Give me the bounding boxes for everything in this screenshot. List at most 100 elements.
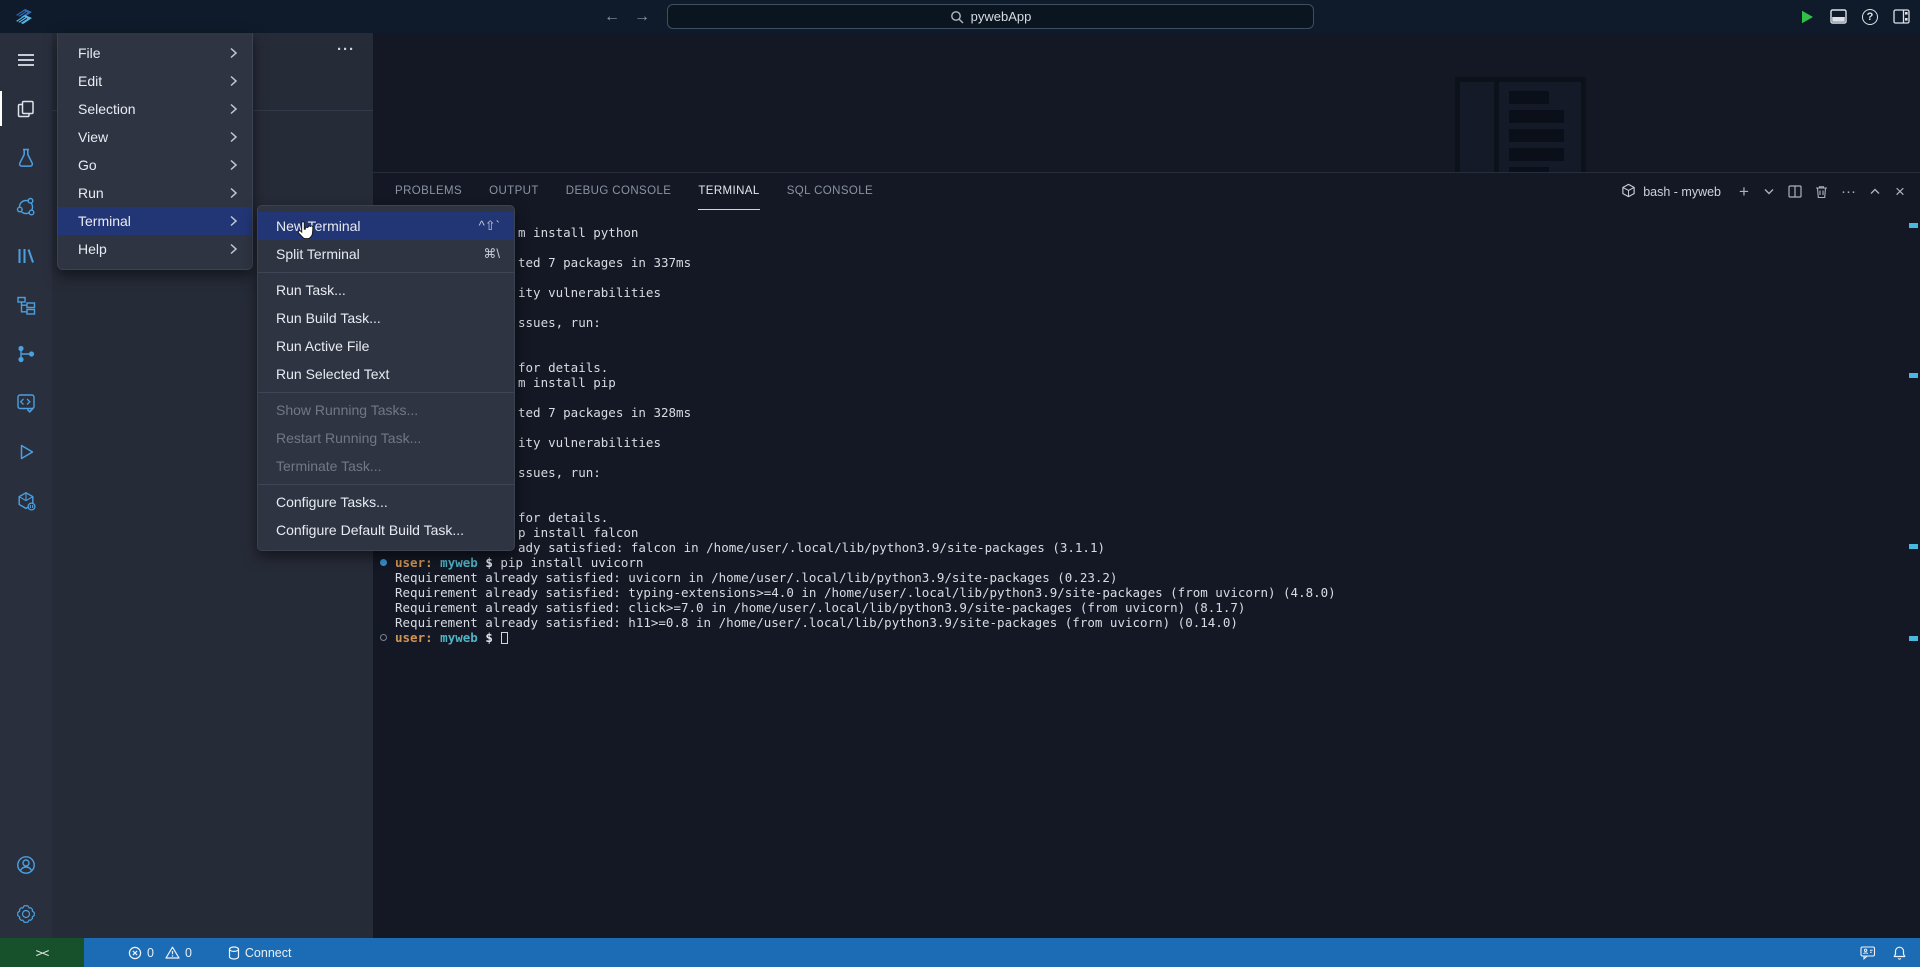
layout-icon[interactable] xyxy=(1893,9,1910,24)
maximize-panel-button[interactable] xyxy=(1869,188,1881,195)
menu-separator xyxy=(258,484,514,485)
panel-controls: bash - myweb + ··· × xyxy=(1621,173,1906,210)
terminal-text: ady satisfied: falcon in /home/user/.loc… xyxy=(518,540,1105,555)
menu-item-label: File xyxy=(78,45,101,61)
tab-sql-console[interactable]: SQL CONSOLE xyxy=(787,173,873,210)
back-icon[interactable]: ← xyxy=(604,8,620,26)
split-terminal-button[interactable] xyxy=(1788,185,1802,198)
remote-indicator[interactable]: >< xyxy=(0,938,84,967)
menu-item-label: Help xyxy=(78,241,107,257)
scrollbar-annotation[interactable] xyxy=(1909,223,1918,228)
search-icon xyxy=(950,10,964,24)
hamburger-menu-icon xyxy=(15,49,37,71)
terminal-line: m install pip xyxy=(373,375,1906,390)
tab-label: TERMINAL xyxy=(698,185,759,197)
activity-item-library[interactable] xyxy=(0,231,52,280)
terminal-line: user: myweb $ xyxy=(373,630,1906,645)
terminal-line xyxy=(373,330,1906,345)
activity-item-tasks[interactable] xyxy=(0,378,52,427)
terminal-line: ssues, run: xyxy=(373,315,1906,330)
main-menu: File Edit SelectionView Go RunTerminal Help xyxy=(57,33,253,270)
terminal-line: ted 7 packages in 337ms xyxy=(373,255,1906,270)
tab-debug-console[interactable]: DEBUG CONSOLE xyxy=(566,173,672,210)
menu-item-go[interactable]: Go xyxy=(58,151,252,179)
menu-item-label: Go xyxy=(78,157,97,173)
editor-area[interactable] xyxy=(373,33,1920,172)
menu-item-file[interactable]: File xyxy=(58,39,252,67)
terminal-text: Requirement already satisfied: typing-ex… xyxy=(395,585,1336,600)
submenu-item-run-build-task[interactable]: Run Build Task... xyxy=(258,304,514,332)
terminal-text: ity vulnerabilities xyxy=(518,285,661,300)
menu-item-run[interactable]: Run xyxy=(58,179,252,207)
menu-item-label: Edit xyxy=(78,73,102,89)
activity-item-explorer[interactable] xyxy=(0,84,52,133)
activity-item-menu[interactable] xyxy=(0,35,52,84)
prompt-sign: $ xyxy=(485,555,493,570)
kill-terminal-button[interactable] xyxy=(1815,185,1828,199)
terminal-line: ssues, run: xyxy=(373,465,1906,480)
terminal-text: m install pip xyxy=(518,375,616,390)
tab-label: DEBUG CONSOLE xyxy=(566,185,672,197)
terminal-text: ssues, run: xyxy=(518,465,601,480)
menu-item-edit[interactable]: Edit xyxy=(58,67,252,95)
cursor-pointer-icon xyxy=(296,220,314,245)
menu-separator xyxy=(258,392,514,393)
menu-item-selection[interactable]: Selection xyxy=(58,95,252,123)
feedback-icon[interactable] xyxy=(1860,946,1876,960)
notifications-bell-icon[interactable] xyxy=(1893,946,1906,960)
terminal-line xyxy=(373,345,1906,360)
activity-item-settings[interactable] xyxy=(0,889,52,938)
activity-item-structure[interactable] xyxy=(0,280,52,329)
problems-status[interactable]: 0 0 xyxy=(128,946,192,960)
terminal-text: ssues, run: xyxy=(518,315,601,330)
submenu-item-run-task[interactable]: Run Task... xyxy=(258,276,514,304)
status-bar: >< 0 0 Connect xyxy=(0,938,1920,967)
terminal-content[interactable]: m install pythonted 7 packages in 337msi… xyxy=(373,225,1906,645)
submenu-item-label: Run Active File xyxy=(276,338,369,354)
scrollbar-annotation[interactable] xyxy=(1909,544,1918,549)
submenu-item-configure-default-build-task[interactable]: Configure Default Build Task... xyxy=(258,516,514,544)
activity-item-source-control[interactable] xyxy=(0,329,52,378)
plugin-icon xyxy=(15,490,37,512)
chevron-right-icon xyxy=(229,215,238,227)
more-actions-icon[interactable]: ··· xyxy=(337,41,355,58)
settings-gear-icon xyxy=(15,903,37,925)
error-icon xyxy=(128,946,142,960)
connect-label: Connect xyxy=(245,946,292,960)
submenu-item-configure-tasks[interactable]: Configure Tasks... xyxy=(258,488,514,516)
more-actions-button[interactable]: ··· xyxy=(1841,183,1856,200)
toggle-panel-icon[interactable] xyxy=(1830,9,1847,24)
close-panel-button[interactable]: × xyxy=(1894,183,1906,200)
tab-terminal[interactable]: TERMINAL xyxy=(698,173,759,210)
activity-item-test[interactable] xyxy=(0,133,52,182)
activity-item-plugins[interactable] xyxy=(0,476,52,525)
library-icon xyxy=(15,245,37,267)
run-button[interactable] xyxy=(1799,9,1815,25)
new-terminal-button[interactable]: + xyxy=(1738,183,1750,200)
submenu-item-run-selected-text[interactable]: Run Selected Text xyxy=(258,360,514,388)
submenu-item-label: Configure Tasks... xyxy=(276,494,388,510)
keyboard-shortcut: ⌘\ xyxy=(483,246,500,262)
warning-icon xyxy=(165,946,180,959)
terminal-dropdown-button[interactable] xyxy=(1763,188,1775,195)
tab-label: OUTPUT xyxy=(489,185,539,197)
menu-item-terminal[interactable]: Terminal xyxy=(58,207,252,235)
connect-button[interactable]: Connect xyxy=(228,946,292,960)
terminal-line: ity vulnerabilities xyxy=(373,285,1906,300)
git-network-icon xyxy=(15,343,37,365)
terminal-line: Requirement already satisfied: click>=7.… xyxy=(373,600,1906,615)
activity-item-account[interactable] xyxy=(0,840,52,889)
database-icon xyxy=(228,946,240,960)
command-center-search[interactable]: pywebApp xyxy=(667,4,1314,29)
forward-icon[interactable]: → xyxy=(634,8,650,26)
activity-item-share[interactable] xyxy=(0,182,52,231)
terminal-instance-label[interactable]: bash - myweb xyxy=(1621,183,1721,201)
submenu-item-run-active-file[interactable]: Run Active File xyxy=(258,332,514,360)
menu-item-view[interactable]: View xyxy=(58,123,252,151)
activity-item-run[interactable] xyxy=(0,427,52,476)
scrollbar-annotation[interactable] xyxy=(1909,636,1918,641)
menu-item-help[interactable]: Help xyxy=(58,235,252,263)
help-icon[interactable]: ? xyxy=(1862,9,1878,25)
scrollbar-annotation[interactable] xyxy=(1909,373,1918,378)
play-outline-icon xyxy=(15,441,37,463)
